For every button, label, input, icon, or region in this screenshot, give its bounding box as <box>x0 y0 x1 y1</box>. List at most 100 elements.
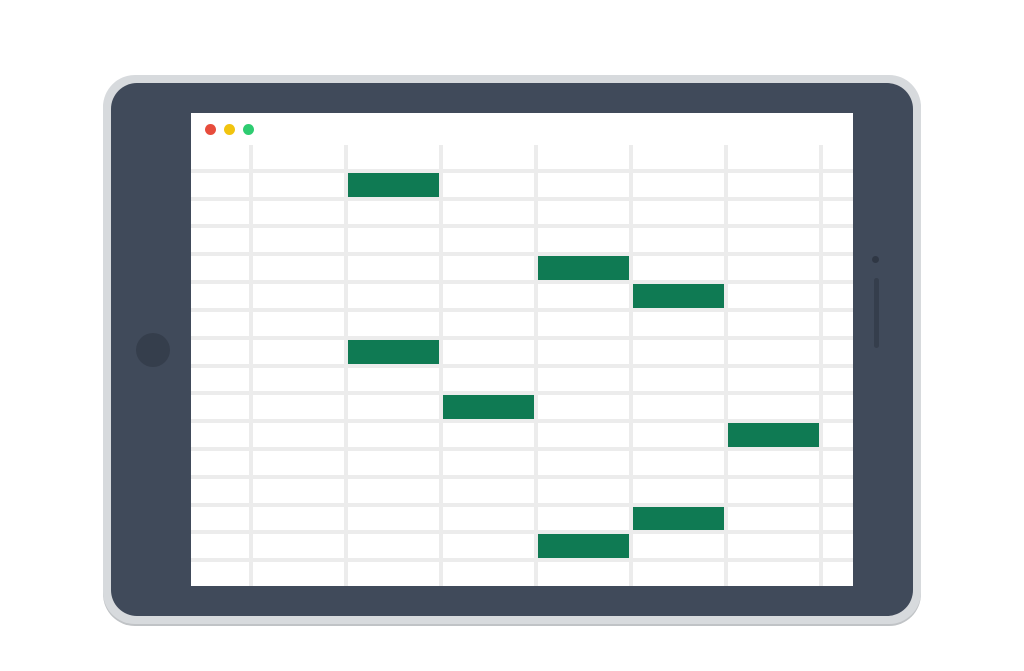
cell[interactable] <box>253 201 344 225</box>
cell-filled[interactable] <box>538 256 629 280</box>
cell-filled[interactable] <box>633 507 724 531</box>
cell-filled[interactable] <box>348 340 439 364</box>
cell[interactable] <box>633 145 724 169</box>
cell[interactable] <box>348 284 439 308</box>
cell[interactable] <box>191 368 249 392</box>
cell[interactable] <box>253 284 344 308</box>
cell[interactable] <box>728 256 819 280</box>
cell[interactable] <box>633 201 724 225</box>
cell[interactable] <box>253 368 344 392</box>
cell[interactable] <box>253 507 344 531</box>
cell[interactable] <box>443 145 534 169</box>
cell[interactable] <box>633 256 724 280</box>
cell[interactable] <box>823 423 853 447</box>
cell[interactable] <box>538 451 629 475</box>
cell[interactable] <box>443 423 534 447</box>
cell[interactable] <box>348 312 439 336</box>
home-button[interactable] <box>136 333 170 367</box>
cell[interactable] <box>443 256 534 280</box>
cell[interactable] <box>443 534 534 558</box>
cell[interactable] <box>191 451 249 475</box>
cell[interactable] <box>823 201 853 225</box>
cell[interactable] <box>191 395 249 419</box>
cell[interactable] <box>191 507 249 531</box>
cell[interactable] <box>253 312 344 336</box>
cell[interactable] <box>728 368 819 392</box>
cell[interactable] <box>191 173 249 197</box>
cell[interactable] <box>443 228 534 252</box>
cell[interactable] <box>728 145 819 169</box>
cell[interactable] <box>443 284 534 308</box>
cell[interactable] <box>633 395 724 419</box>
cell[interactable] <box>823 228 853 252</box>
cell[interactable] <box>538 228 629 252</box>
cell[interactable] <box>728 201 819 225</box>
cell[interactable] <box>443 201 534 225</box>
cell[interactable] <box>253 340 344 364</box>
cell[interactable] <box>191 312 249 336</box>
cell[interactable] <box>443 173 534 197</box>
cell[interactable] <box>538 312 629 336</box>
cell[interactable] <box>443 340 534 364</box>
cell[interactable] <box>823 507 853 531</box>
cell-filled[interactable] <box>538 534 629 558</box>
cell[interactable] <box>191 340 249 364</box>
cell[interactable] <box>348 534 439 558</box>
cell[interactable] <box>253 145 344 169</box>
cell[interactable] <box>443 507 534 531</box>
cell[interactable] <box>823 256 853 280</box>
cell-filled[interactable] <box>443 395 534 419</box>
cell[interactable] <box>443 479 534 503</box>
cell-filled[interactable] <box>633 284 724 308</box>
cell[interactable] <box>538 201 629 225</box>
cell[interactable] <box>633 228 724 252</box>
cell[interactable] <box>253 228 344 252</box>
cell[interactable] <box>633 534 724 558</box>
cell[interactable] <box>823 284 853 308</box>
cell[interactable] <box>538 507 629 531</box>
cell[interactable] <box>253 423 344 447</box>
cell[interactable] <box>253 534 344 558</box>
cell[interactable] <box>633 340 724 364</box>
cell-filled[interactable] <box>728 423 819 447</box>
cell[interactable] <box>823 395 853 419</box>
cell[interactable] <box>823 451 853 475</box>
cell[interactable] <box>443 451 534 475</box>
cell[interactable] <box>538 284 629 308</box>
zoom-icon[interactable] <box>243 124 254 135</box>
cell[interactable] <box>538 340 629 364</box>
cell[interactable] <box>538 173 629 197</box>
cell[interactable] <box>633 312 724 336</box>
cell[interactable] <box>823 368 853 392</box>
cell[interactable] <box>728 284 819 308</box>
cell[interactable] <box>728 562 819 586</box>
cell[interactable] <box>823 173 853 197</box>
cell[interactable] <box>253 256 344 280</box>
close-icon[interactable] <box>205 124 216 135</box>
cell[interactable] <box>443 562 534 586</box>
cell[interactable] <box>348 562 439 586</box>
cell[interactable] <box>348 423 439 447</box>
cell[interactable] <box>823 145 853 169</box>
cell[interactable] <box>443 368 534 392</box>
cell[interactable] <box>253 562 344 586</box>
cell[interactable] <box>191 284 249 308</box>
cell[interactable] <box>348 201 439 225</box>
cell[interactable] <box>191 256 249 280</box>
cell[interactable] <box>348 395 439 419</box>
cell[interactable] <box>538 423 629 447</box>
cell[interactable] <box>191 145 249 169</box>
spreadsheet-grid[interactable] <box>191 145 853 586</box>
cell[interactable] <box>823 340 853 364</box>
cell[interactable] <box>633 368 724 392</box>
cell[interactable] <box>191 423 249 447</box>
cell[interactable] <box>823 562 853 586</box>
cell[interactable] <box>348 451 439 475</box>
cell[interactable] <box>348 507 439 531</box>
cell[interactable] <box>538 562 629 586</box>
cell[interactable] <box>538 395 629 419</box>
cell[interactable] <box>253 395 344 419</box>
cell[interactable] <box>728 534 819 558</box>
cell[interactable] <box>823 312 853 336</box>
cell[interactable] <box>191 562 249 586</box>
